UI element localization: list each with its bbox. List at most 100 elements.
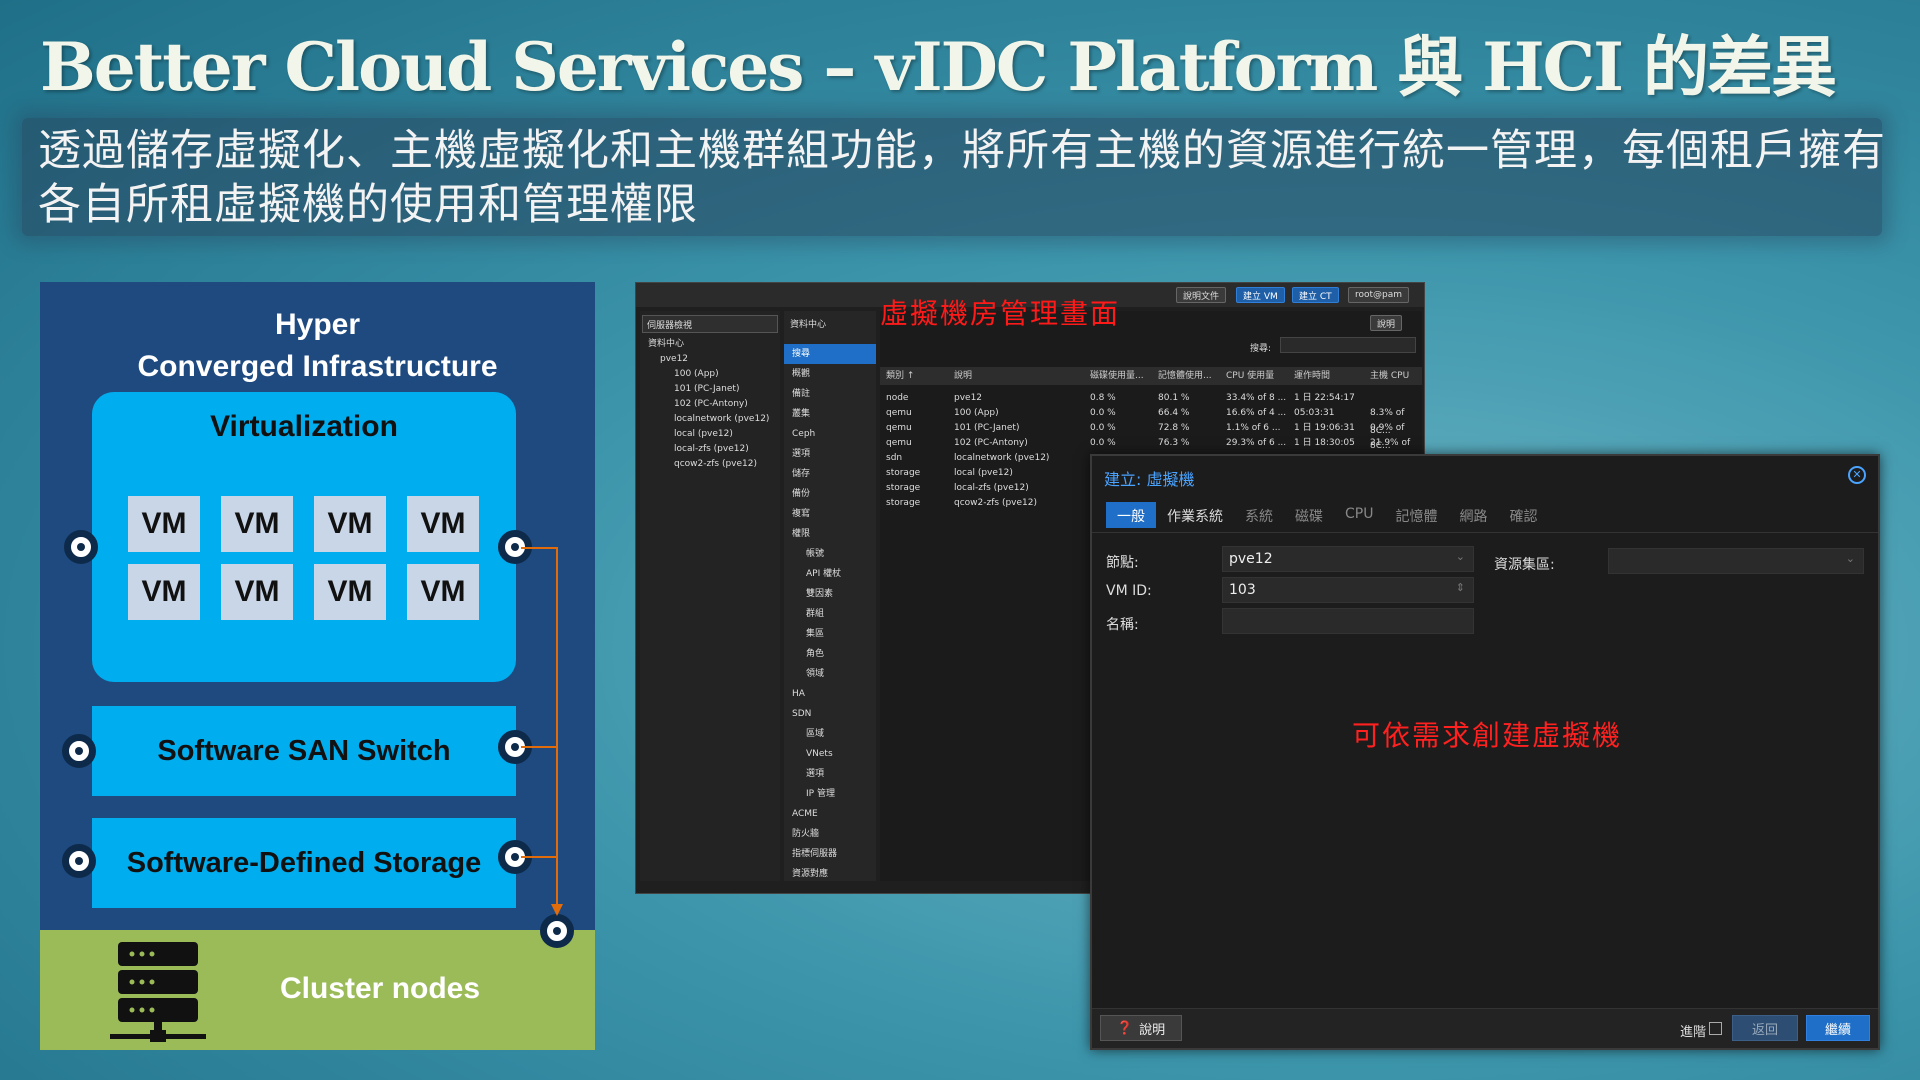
slide-title: Better Cloud Services – vIDC Platform 與 … <box>40 28 1837 106</box>
resource-tree: 伺服器檢視 資料中心 pve12 100 (App) 101 (PC-Janet… <box>640 311 780 881</box>
menu-item-metric-server[interactable]: 指標伺服器 <box>784 844 876 864</box>
menu-item-ipam[interactable]: IP 管理 <box>784 784 876 804</box>
menu-item-realms[interactable]: 領域 <box>784 664 876 684</box>
menu-item-options[interactable]: 選項 <box>784 444 876 464</box>
dialog-title: 建立: 虛擬機 <box>1104 470 1195 489</box>
menu-item-search[interactable]: 搜尋 <box>784 344 876 364</box>
menu-item-ceph[interactable]: Ceph <box>784 424 876 444</box>
chevron-down-icon: ⌄ <box>1455 550 1465 563</box>
tree-item-datacenter[interactable]: 資料中心 <box>640 337 780 352</box>
vm-box: VM <box>407 564 479 620</box>
tab-cpu[interactable]: CPU <box>1334 502 1384 528</box>
help-button[interactable]: ❓ 說明 <box>1100 1015 1182 1041</box>
close-icon[interactable]: ✕ <box>1848 466 1866 484</box>
menu-item-permissions[interactable]: 權限 <box>784 524 876 544</box>
back-button[interactable]: 返回 <box>1732 1015 1798 1041</box>
help-icon: ❓ <box>1116 1020 1134 1036</box>
menu-item-ha[interactable]: HA <box>784 684 876 704</box>
vm-box: VM <box>221 496 293 552</box>
connector-node <box>64 530 98 564</box>
pool-label: 資源集區: <box>1494 557 1555 573</box>
tree-item-vm[interactable]: 100 (App) <box>640 367 780 382</box>
vmid-label: VM ID: <box>1106 583 1152 599</box>
menu-item-api-tokens[interactable]: API 權杖 <box>784 564 876 584</box>
tab-disks[interactable]: 磁碟 <box>1284 502 1334 528</box>
col-memory[interactable]: 記憶體使用... <box>1154 367 1222 385</box>
col-host-cpu[interactable]: 主機 CPU <box>1366 367 1422 385</box>
node-value: pve12 <box>1229 551 1273 567</box>
tree-item-vm[interactable]: 102 (PC-Antony) <box>640 397 780 412</box>
cluster-nodes-label: Cluster nodes <box>280 972 481 1005</box>
tree-item-storage[interactable]: local (pve12) <box>640 427 780 442</box>
node-label: 節點: <box>1106 555 1139 571</box>
hci-title: Hyper Converged Infrastructure <box>40 304 595 388</box>
menu-item-zones[interactable]: 區域 <box>784 724 876 744</box>
hci-diagram: Hyper Converged Infrastructure Virtualiz… <box>40 282 595 1050</box>
name-input[interactable] <box>1222 608 1474 634</box>
tree-item-storage[interactable]: local-zfs (pve12) <box>640 442 780 457</box>
menu-item-backup[interactable]: 備份 <box>784 484 876 504</box>
spinner-arrows-icon[interactable]: ⇕ <box>1456 581 1465 594</box>
menu-item-storage[interactable]: 儲存 <box>784 464 876 484</box>
menu-item-firewall[interactable]: 防火牆 <box>784 824 876 844</box>
tab-confirm[interactable]: 確認 <box>1498 502 1548 528</box>
tree-item-storage[interactable]: qcow2-zfs (pve12) <box>640 457 780 472</box>
tree-view-select[interactable]: 伺服器檢視 <box>642 315 778 333</box>
search-input[interactable] <box>1280 337 1416 353</box>
menu-item-roles[interactable]: 角色 <box>784 644 876 664</box>
menu-item-cluster[interactable]: 叢集 <box>784 404 876 424</box>
node-select[interactable]: pve12 ⌄ <box>1222 546 1474 572</box>
vm-box: VM <box>128 564 200 620</box>
menu-head: 資料中心 <box>790 320 827 330</box>
tab-memory[interactable]: 記憶體 <box>1384 502 1448 528</box>
tree-item-network[interactable]: localnetwork (pve12) <box>640 412 780 427</box>
create-ct-button[interactable]: 建立 CT <box>1292 287 1339 303</box>
grid-header: 類別 ↑ 說明 磁碟使用量... 記憶體使用... CPU 使用量 運作時間 主… <box>880 367 1422 385</box>
tab-network[interactable]: 網路 <box>1448 502 1498 528</box>
col-cpu[interactable]: CPU 使用量 <box>1222 367 1290 385</box>
docs-button[interactable]: 說明文件 <box>1176 287 1227 303</box>
connector-node <box>62 844 96 878</box>
next-button[interactable]: 繼續 <box>1806 1015 1870 1041</box>
cluster-nodes-block: Cluster nodes <box>40 930 595 1050</box>
tree-item-vm[interactable]: 101 (PC-Janet) <box>640 382 780 397</box>
virtualization-block: Virtualization VM VM VM VM VM VM VM VM <box>92 392 516 682</box>
tab-divider <box>1092 532 1878 533</box>
dialog-footer: ❓ 說明 進階 返回 繼續 <box>1092 1008 1878 1048</box>
user-menu-button[interactable]: root@pam <box>1348 287 1410 303</box>
menu-item-acme[interactable]: ACME <box>784 804 876 824</box>
menu-item-groups[interactable]: 群組 <box>784 604 876 624</box>
menu-item-sdn-options[interactable]: 選項 <box>784 764 876 784</box>
vmid-value: 103 <box>1229 582 1256 598</box>
vm-box: VM <box>314 496 386 552</box>
connector-node <box>62 734 96 768</box>
advanced-label: 進階 <box>1679 1025 1706 1040</box>
col-description[interactable]: 說明 <box>950 367 1086 385</box>
menu-item-resource-mapping[interactable]: 資源對應 <box>784 864 876 884</box>
col-disk[interactable]: 磁碟使用量... <box>1086 367 1154 385</box>
menu-item-notes[interactable]: 備註 <box>784 384 876 404</box>
menu-item-replication[interactable]: 複寫 <box>784 504 876 524</box>
menu-item-vnets[interactable]: VNets <box>784 744 876 764</box>
help-button[interactable]: 說明 <box>1370 315 1403 331</box>
menu-item-pools[interactable]: 集區 <box>784 624 876 644</box>
advanced-checkbox[interactable] <box>1709 1022 1722 1035</box>
pool-select[interactable]: ⌄ <box>1608 548 1864 574</box>
menu-item-summary[interactable]: 概觀 <box>784 364 876 384</box>
col-type[interactable]: 類別 ↑ <box>880 367 950 385</box>
tab-system[interactable]: 系統 <box>1234 502 1284 528</box>
tree-item-node[interactable]: pve12 <box>640 352 780 367</box>
col-uptime[interactable]: 運作時間 <box>1290 367 1366 385</box>
tab-os[interactable]: 作業系統 <box>1156 502 1234 528</box>
hci-title-line1: Hyper <box>274 308 361 341</box>
menu-item-tfa[interactable]: 雙因素 <box>784 584 876 604</box>
tab-general[interactable]: 一般 <box>1106 502 1156 528</box>
table-cell: qcow2-zfs (pve12) <box>954 498 1037 508</box>
hci-title-line2: Converged Infrastructure <box>137 350 498 383</box>
menu-item-sdn[interactable]: SDN <box>784 704 876 724</box>
vmid-spinner[interactable]: 103 ⇕ <box>1222 577 1474 603</box>
chevron-down-icon: ⌄ <box>1845 552 1855 565</box>
vm-box: VM <box>128 496 200 552</box>
create-vm-button[interactable]: 建立 VM <box>1236 287 1285 303</box>
menu-item-users[interactable]: 帳號 <box>784 544 876 564</box>
